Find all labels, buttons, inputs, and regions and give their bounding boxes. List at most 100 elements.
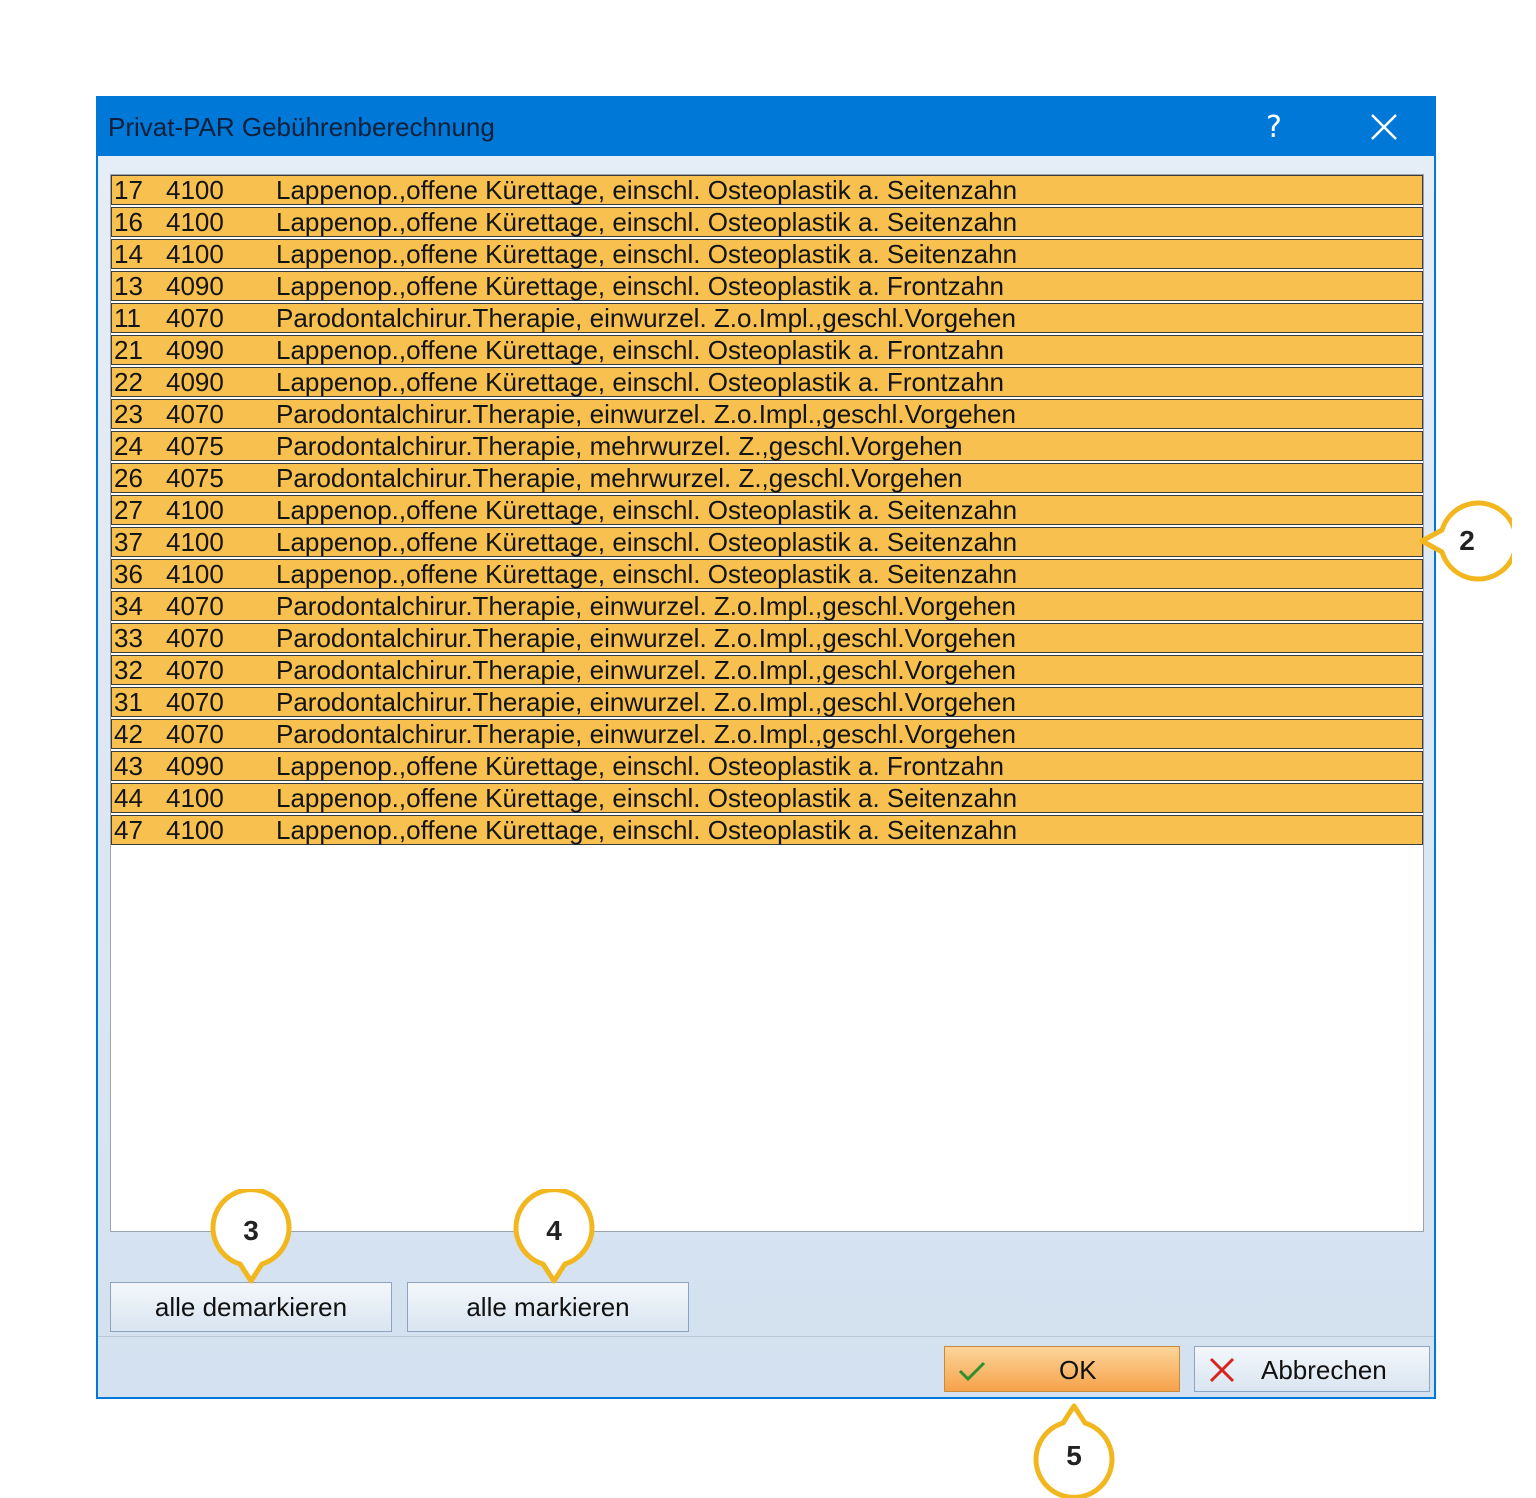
tooth-number: 37 (114, 527, 143, 557)
list-item[interactable]: 36 4100 Lappenop.,offene Kürettage, einsch… (111, 559, 1423, 589)
list-item[interactable]: 21 4090 Lappenop.,offene Kürettage, einsch… (111, 335, 1423, 365)
fee-code: 4100 (166, 495, 224, 525)
fee-description: Lappenop.,offene Kürettage, einschl. Ost… (276, 815, 1018, 845)
fee-description: Lappenop.,offene Kürettage, einschl. Ost… (276, 751, 1004, 781)
tooth-number: 27 (114, 495, 143, 525)
title-bar: Privat-PAR Gebührenberechnung ? (98, 98, 1434, 156)
tooth-number: 34 (114, 591, 143, 621)
tooth-number: 21 (114, 335, 143, 365)
fee-description: Lappenop.,offene Kürettage, einschl. Ost… (276, 239, 1018, 269)
fee-code: 4075 (166, 463, 224, 493)
tooth-number: 16 (114, 207, 143, 237)
tooth-number: 43 (114, 751, 143, 781)
tooth-number: 23 (114, 399, 143, 429)
fee-code: 4070 (166, 655, 224, 685)
fee-code: 4100 (166, 175, 224, 205)
help-button[interactable]: ? (1244, 98, 1304, 156)
demark-all-label: alle demarkieren (154, 1291, 348, 1322)
fee-code: 4075 (166, 431, 224, 461)
list-item[interactable]: 16 4100 Lappenop.,offene Kürettage, einsch… (111, 207, 1423, 237)
ok-button[interactable]: OK (944, 1346, 1180, 1392)
list-item[interactable]: 43 4090 Lappenop.,offene Kürettage, einsch… (111, 751, 1423, 781)
tooth-number: 47 (114, 815, 143, 845)
tooth-number: 13 (114, 271, 143, 301)
fee-description: Lappenop.,offene Kürettage, einschl. Ost… (276, 783, 1018, 813)
fee-description: Lappenop.,offene Kürettage, einschl. Ost… (276, 175, 1018, 205)
demark-all-button[interactable]: alle demarkieren (110, 1282, 392, 1332)
list-item[interactable]: 37 4100 Lappenop.,offene Kürettage, einsch… (111, 527, 1423, 557)
callout-3-label: 3 (243, 1215, 259, 1246)
fee-description: Parodontalchirur.Therapie, mehrwurzel. Z… (276, 463, 963, 493)
fee-description: Lappenop.,offene Kürettage, einschl. Ost… (276, 271, 1004, 301)
checkmark-icon (958, 1361, 986, 1382)
list-item[interactable]: 34 4070 Parodontalchirur.Therapie, einwurz… (111, 591, 1423, 621)
list-item[interactable]: 27 4100 Lappenop.,offene Kürettage, einsch… (111, 495, 1423, 525)
fee-description: Parodontalchirur.Therapie, mehrwurzel. Z… (276, 431, 963, 461)
fee-code: 4100 (166, 527, 224, 557)
fee-code: 4070 (166, 303, 224, 333)
mark-all-button[interactable]: alle markieren (407, 1282, 689, 1332)
fee-code: 4100 (166, 239, 224, 269)
ok-label: OK (1059, 1355, 1097, 1385)
divider (98, 1336, 1434, 1337)
cancel-label: Abbrechen (1261, 1355, 1387, 1385)
list-item[interactable]: 47 4100 Lappenop.,offene Kürettage, einsch… (111, 815, 1423, 845)
list-item[interactable]: 23 4070 Parodontalchirur.Therapie, einwurz… (111, 399, 1423, 429)
callout-5-label: 5 (1066, 1440, 1082, 1471)
list-item[interactable]: 22 4090 Lappenop.,offene Kürettage, einsch… (111, 367, 1423, 397)
list-item[interactable]: 14 4100 Lappenop.,offene Kürettage, einsch… (111, 239, 1423, 269)
tooth-number: 11 (114, 303, 141, 333)
tooth-number: 22 (114, 367, 143, 397)
list-item[interactable]: 33 4070 Parodontalchirur.Therapie, einwurz… (111, 623, 1423, 653)
tooth-number: 26 (114, 463, 143, 493)
list-item[interactable]: 11 4070 Parodontalchirur.Therapie, einwurz… (111, 303, 1423, 333)
callout-4-label: 4 (546, 1215, 562, 1246)
tooth-number: 14 (114, 239, 143, 269)
fee-position-list[interactable]: 17 4100 Lappenop.,offene Kürettage, einsch… (110, 174, 1424, 1232)
fee-code: 4070 (166, 591, 224, 621)
help-icon: ? (1266, 109, 1282, 145)
tooth-number: 17 (114, 175, 143, 205)
fee-code: 4070 (166, 719, 224, 749)
mark-all-label: alle markieren (466, 1291, 630, 1322)
tooth-number: 33 (114, 623, 143, 653)
list-item[interactable]: 44 4100 Lappenop.,offene Kürettage, einsch… (111, 783, 1423, 813)
list-rows: 17 4100 Lappenop.,offene Kürettage, einsch… (111, 175, 1423, 847)
tooth-number: 36 (114, 559, 143, 589)
fee-code: 4100 (166, 207, 224, 237)
fee-code: 4100 (166, 815, 224, 845)
fee-description: Lappenop.,offene Kürettage, einschl. Ost… (276, 207, 1018, 237)
fee-description: Lappenop.,offene Kürettage, einschl. Ost… (276, 527, 1018, 557)
tooth-number: 31 (114, 687, 143, 717)
callout-2-label: 2 (1459, 525, 1475, 556)
fee-code: 4070 (166, 687, 224, 717)
list-item[interactable]: 13 4090 Lappenop.,offene Kürettage, einsch… (111, 271, 1423, 301)
cancel-button[interactable]: Abbrechen (1194, 1346, 1430, 1392)
list-item[interactable]: 42 4070 Parodontalchirur.Therapie, einwurz… (111, 719, 1423, 749)
list-item[interactable]: 17 4100 Lappenop.,offene Kürettage, einsch… (111, 175, 1423, 205)
x-icon (1209, 1357, 1235, 1383)
fee-description: Lappenop.,offene Kürettage, einschl. Ost… (276, 559, 1018, 589)
tooth-number: 42 (114, 719, 143, 749)
fee-code: 4070 (166, 623, 224, 653)
tooth-number: 24 (114, 431, 143, 461)
list-item[interactable]: 32 4070 Parodontalchirur.Therapie, einwurz… (111, 655, 1423, 685)
fee-code: 4090 (166, 367, 224, 397)
close-button[interactable] (1352, 98, 1416, 156)
fee-code: 4100 (166, 783, 224, 813)
fee-code: 4100 (166, 559, 224, 589)
fee-code: 4090 (166, 335, 224, 365)
fee-description: Parodontalchirur.Therapie, einwurzel. Z.… (276, 655, 1016, 685)
fee-code: 4090 (166, 751, 224, 781)
fee-code: 4070 (166, 399, 224, 429)
fee-code: 4090 (166, 271, 224, 301)
list-item[interactable]: 24 4075 Parodontalchirur.Therapie, mehrwur… (111, 431, 1423, 461)
tooth-number: 32 (114, 655, 143, 685)
list-item[interactable]: 26 4075 Parodontalchirur.Therapie, mehrwur… (111, 463, 1423, 493)
fee-description: Parodontalchirur.Therapie, einwurzel. Z.… (276, 591, 1016, 621)
fee-calculation-dialog: Privat-PAR Gebührenberechnung ? 17 4100 La… (96, 96, 1436, 1399)
tooth-number: 44 (114, 783, 143, 813)
fee-description: Lappenop.,offene Kürettage, einschl. Ost… (276, 367, 1004, 397)
fee-description: Lappenop.,offene Kürettage, einschl. Ost… (276, 495, 1018, 525)
list-item[interactable]: 31 4070 Parodontalchirur.Therapie, einwurz… (111, 687, 1423, 717)
